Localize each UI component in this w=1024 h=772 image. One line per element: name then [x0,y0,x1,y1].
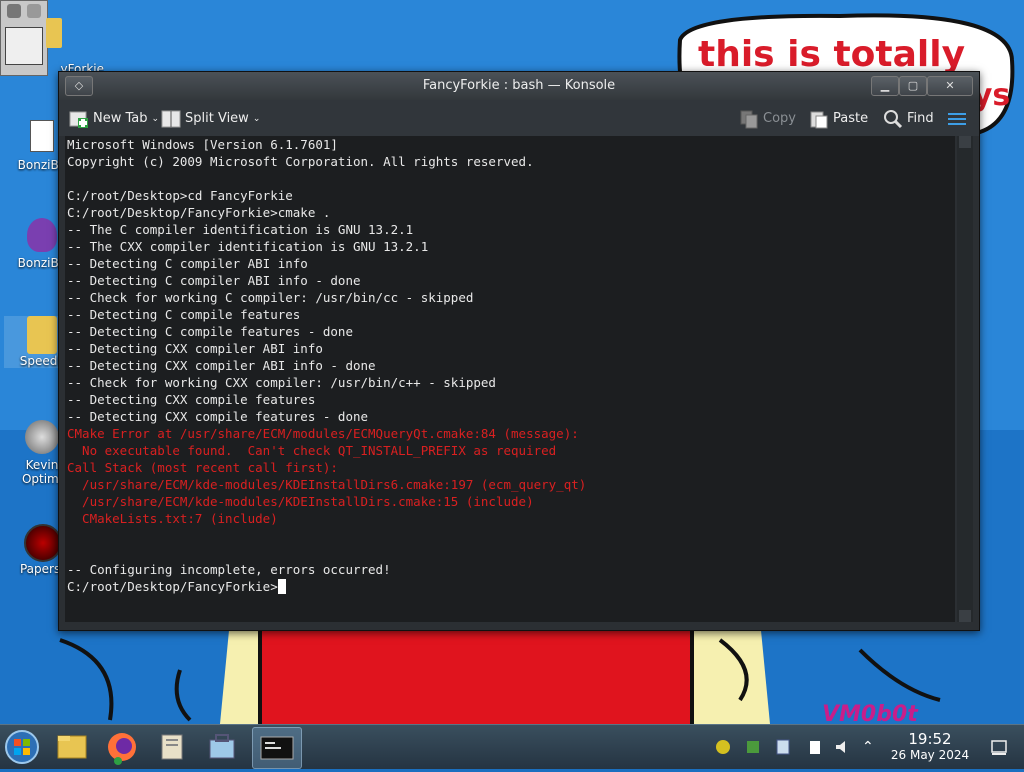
terminal-line: -- Detecting CXX compile features - done [67,409,369,424]
terminal-error-line: CMakeLists.txt:7 (include) [67,511,278,526]
scroll-up-button[interactable] [959,136,971,148]
new-tab-icon [69,109,89,129]
hamburger-menu-button[interactable] [947,108,967,130]
mini-window-diamond-icon[interactable] [27,4,41,18]
terminal-line: C:/root/Desktop>cd FancyForkie [67,188,293,203]
split-view-button[interactable]: Split View ⌄ [161,108,260,130]
tray-update-icon[interactable] [774,738,792,756]
terminal-cursor [277,579,286,594]
terminal-error-line: No executable found. Can't check QT_INST… [67,443,557,458]
clock-date: 26 May 2024 [890,748,970,762]
taskbar-software-center[interactable] [200,727,244,767]
windows-orb-icon [5,730,39,764]
taskbar-documents[interactable] [150,727,194,767]
window-titlebar[interactable]: ◇ FancyForkie : bash — Konsole ▁ ▢ ✕ [59,72,979,100]
terminal-line: -- Detecting C compile features - done [67,324,353,339]
konsole-window[interactable]: ◇ FancyForkie : bash — Konsole ▁ ▢ ✕ New… [58,71,980,631]
search-icon [883,109,903,129]
terminal-line: -- Detecting C compile features [67,307,301,322]
close-button[interactable]: ✕ [927,76,973,96]
terminal-error-line: Call Stack (most recent call first): [67,460,338,475]
gauge-icon [24,420,60,456]
terminal-error-line: /usr/share/ECM/kde-modules/KDEInstallDir… [67,494,534,509]
taskbar-konsole[interactable] [252,727,302,769]
copy-button[interactable]: Copy [739,108,796,130]
window-menu-button[interactable]: ◇ [65,76,93,96]
terminal-output[interactable]: Microsoft Windows [Version 6.1.7601] Copy… [65,136,955,622]
minimize-button[interactable]: ▁ [871,76,899,96]
taskbar-file-explorer[interactable] [50,727,94,767]
terminal-line: -- Detecting CXX compiler ABI info [67,341,323,356]
terminal-error-line: /usr/share/ECM/kde-modules/KDEInstallDir… [67,477,587,492]
terminal-line: C:/root/Desktop/FancyForkie>cmake . [67,205,331,220]
terminal-line: Copyright (c) 2009 Microsoft Corporation… [67,154,534,169]
terminal-lines: Microsoft Windows [Version 6.1.7601] Copy… [67,136,586,595]
scroll-down-button[interactable] [959,610,971,622]
paste-label: Paste [833,111,869,126]
terminal-line: -- The CXX compiler identification is GN… [67,239,429,254]
folder-icon [24,316,60,354]
dropdown-arrow-icon[interactable]: ⌄ [253,108,261,130]
find-label: Find [907,111,934,126]
terminal-line: -- Configuring incomplete, errors occurr… [67,562,391,577]
terminal-error-line: CMake Error at /usr/share/ECM/modules/EC… [67,426,579,441]
terminal-line: -- The C compiler identification is GNU … [67,222,414,237]
start-button[interactable] [0,727,44,767]
mini-window-body [5,27,43,65]
document-icon [24,120,60,156]
copy-label: Copy [763,111,796,126]
window-title: FancyForkie : bash — Konsole [422,78,616,93]
new-tab-label: New Tab [93,111,148,126]
tray-app-icon[interactable] [744,738,762,756]
terminal-prompt: C:/root/Desktop/FancyForkie> [67,579,278,594]
folder-icon [57,735,87,759]
taskbar: ⌃ 19:52 26 May 2024 [0,724,1024,769]
terminal-line: -- Check for working C compiler: /usr/bi… [67,290,474,305]
terminal-prompt-line[interactable]: C:/root/Desktop/FancyForkie> [67,578,586,595]
documents-icon [161,734,183,760]
terminal-line: -- Detecting C compiler ABI info [67,256,308,271]
hamburger-menu-icon [947,109,967,129]
find-button[interactable]: Find [883,108,934,130]
copy-icon [739,109,759,129]
maximize-button[interactable]: ▢ [899,76,927,96]
firefox-icon [108,733,136,765]
konsole-toolbar: New Tab ⌄ Split View ⌄ Copy Paste Find [59,100,979,136]
terminal-line: Microsoft Windows [Version 6.1.7601] [67,137,338,152]
mini-window-menu-icon[interactable] [7,4,21,18]
terminal-line: -- Detecting CXX compiler ABI info - don… [67,358,376,373]
shopping-bag-icon [209,734,235,759]
tray-expand-icon[interactable]: ⌃ [862,738,880,756]
folder-icon[interactable] [46,18,62,48]
terminal-line: -- Detecting CXX compile features [67,392,316,407]
split-view-label: Split View [185,111,249,126]
dropdown-arrow-icon[interactable]: ⌄ [152,108,160,130]
taskbar-firefox[interactable] [100,727,144,767]
terminal-icon [260,736,294,760]
clock-time: 19:52 [908,730,952,748]
new-tab-button[interactable]: New Tab ⌄ [69,108,159,130]
wallpaper-text-top: this is totally [698,34,966,75]
papers-please-icon [24,524,62,562]
paste-icon [809,109,829,129]
tray-clipboard-icon[interactable] [806,738,824,756]
split-view-icon [161,109,181,129]
tray-network-icon[interactable] [714,738,732,756]
terminal-line: -- Detecting C compiler ABI info - done [67,273,361,288]
paste-button[interactable]: Paste [809,108,868,130]
tray-volume-icon[interactable] [834,738,852,756]
taskbar-clock[interactable]: 19:52 26 May 2024 [884,730,976,763]
scrollbar[interactable] [957,136,973,622]
bonzi-gorilla-icon [24,218,60,254]
terminal-line: -- Check for working CXX compiler: /usr/… [67,375,496,390]
show-desktop-icon[interactable] [990,738,1008,756]
